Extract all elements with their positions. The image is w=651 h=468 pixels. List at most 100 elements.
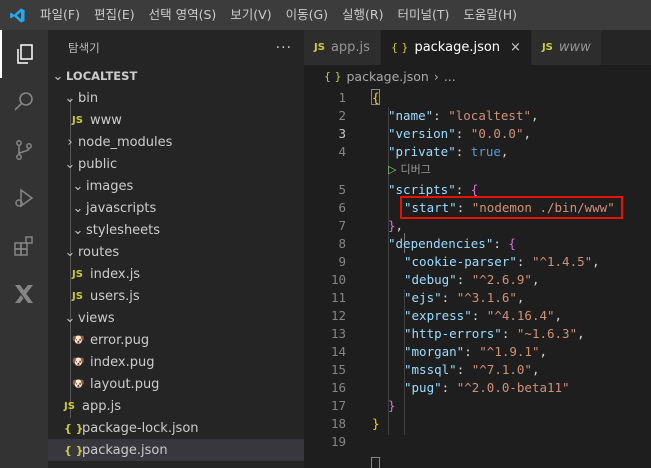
line-number: 11 [330,290,346,305]
tab-label: www [558,40,591,55]
js-file-icon: JS [314,42,325,53]
tree-folder-images[interactable]: ⌄ images [48,175,304,197]
title-bar: 파일(F) 편집(E) 선택 영역(S) 보기(V) 이동(G) 실행(R) 터… [0,0,651,30]
line-number: 3 [338,126,346,141]
line-number: 5 [338,182,346,197]
tab-package-json[interactable]: { } package.json × [380,30,532,65]
tree-item-label: node_modules [78,134,173,150]
tree-file-package-json[interactable]: { } package.json [48,439,304,461]
close-icon[interactable]: × [510,40,521,55]
json-key: "express" [404,308,472,323]
menu-run[interactable]: 실행(R) [335,0,390,30]
tree-file-package-lock-json[interactable]: { } package-lock.json [48,417,304,439]
menu-edit[interactable]: 편집(E) [87,0,142,30]
json-file-icon: { } [64,421,84,435]
line-number: 12 [330,308,346,323]
js-file-icon: JS [72,290,83,302]
x-extension-icon[interactable] [0,270,48,318]
chevron-down-icon: ⌄ [72,200,84,216]
tree-file-layout-pug[interactable]: 🐶 layout.pug [48,373,304,395]
menu-view[interactable]: 보기(V) [223,0,278,30]
json-key: "version" [388,126,456,141]
chevron-down-icon: ⌄ [64,244,76,260]
breadcrumb-rest[interactable]: ... [444,69,456,84]
line-number: 10 [330,272,346,287]
breadcrumb-file[interactable]: package.json [347,69,429,84]
line-number: 19 [330,434,346,449]
tree-folder-views[interactable]: ⌄ views [48,307,304,329]
line-number: 4 [338,144,346,159]
tree-file-www[interactable]: JS www [48,109,304,131]
code-line: 7}, [304,217,651,235]
js-file-icon: JS [72,114,83,126]
code-line: 16 "pug": "^2.0.0-beta11" [304,379,651,397]
more-actions-icon[interactable]: ··· [276,40,292,56]
js-file-icon: JS [541,42,553,53]
play-icon: ▷ [388,163,397,176]
json-value: "^2.0.0-beta11" [456,380,570,395]
line-number: 13 [330,326,346,341]
json-key: "name" [388,108,434,123]
workspace-root[interactable]: ⌄ LOCALTEST [48,65,304,87]
tree-folder-public[interactable]: ⌄ public [48,153,304,175]
tree-item-label: bin [78,90,99,106]
search-icon[interactable] [0,78,48,126]
code-line: 13 "http-errors": "~1.6.3", [304,325,651,343]
line-number: 2 [338,108,346,123]
tree-file-error-pug[interactable]: 🐶 error.pug [48,329,304,351]
line-number: 1 [338,90,346,105]
tree-folder-node-modules[interactable]: › node_modules [48,131,304,153]
tree-folder-stylesheets[interactable]: ⌄ stylesheets [48,219,304,241]
code-line: 8 "dependencies": { [304,235,651,253]
tree-file-index-pug[interactable]: 🐶 index.pug [48,351,304,373]
run-debug-icon[interactable] [0,174,48,222]
tab-www[interactable]: JS www [531,30,602,65]
menu-terminal[interactable]: 터미널(T) [391,0,457,30]
menu-go[interactable]: 이동(G) [279,0,335,30]
chevron-down-icon: ⌄ [52,68,64,84]
codelens-label: 디버그 [400,163,431,176]
code-line: 3 "version": "0.0.0", [304,125,651,143]
json-value: "^7.1.0" [471,362,532,377]
js-file-icon: JS [64,400,75,412]
code-line: 15 "mssql": "^7.1.0", [304,361,651,379]
chevron-right-icon: › [67,134,73,150]
tree-item-label: stylesheets [86,222,161,238]
tree-folder-bin[interactable]: ⌄ bin [48,87,304,109]
line-number: 16 [330,380,346,395]
json-key: "scripts" [388,182,456,197]
tree-item-label: www [90,112,122,128]
tab-app-js[interactable]: JS app.js [304,30,381,65]
js-file-icon: JS [72,268,83,280]
code-editor[interactable]: 1{ 2 "name": "localtest", 3 "version": "0.… [304,87,651,468]
debug-codelens[interactable]: ▷ 디버그 [388,162,431,178]
code-line: 17} [304,397,651,415]
line-number: 6 [338,200,346,215]
code-line: 2 "name": "localtest", [304,107,651,125]
json-file-icon: { } [324,69,342,83]
json-key: "dependencies" [388,236,494,251]
tree-folder-javascripts[interactable]: ⌄ javascripts [48,197,304,219]
line-number: 15 [330,362,346,377]
tree-file-app-js[interactable]: JS app.js [48,395,304,417]
tree-item-label: routes [78,244,120,260]
code-line: 1{ [304,89,651,107]
menu-selection[interactable]: 선택 영역(S) [142,0,224,30]
explorer-icon[interactable] [0,30,48,78]
tree-folder-routes[interactable]: ⌄ routes [48,241,304,263]
pug-file-icon: 🐶 [72,378,85,390]
tree-item-label: error.pug [90,332,150,348]
code-line: 10 "debug": "^2.6.9", [304,271,651,289]
json-key: "morgan" [404,344,465,359]
source-control-icon[interactable] [0,126,48,174]
extensions-icon[interactable] [0,222,48,270]
menu-help[interactable]: 도움말(H) [456,0,524,30]
tree-item-label: app.js [82,398,121,414]
tree-item-label: index.js [90,266,141,282]
tree-file-index-js[interactable]: JS index.js [48,263,304,285]
breadcrumb-separator: › [433,68,439,84]
menu-file[interactable]: 파일(F) [34,0,87,30]
tree-file-users-js[interactable]: JS users.js [48,285,304,307]
json-key: "ejs" [404,290,442,305]
tree-item-label: package-lock.json [82,420,199,436]
